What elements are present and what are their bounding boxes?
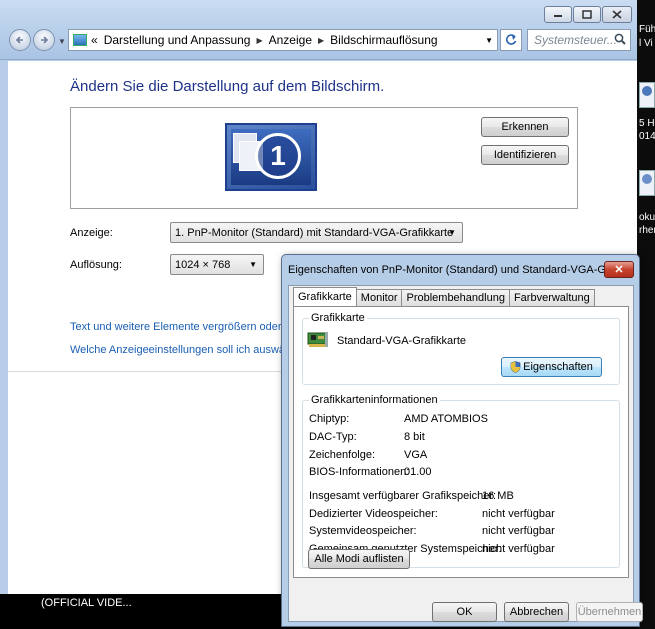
dialog-tabs: Grafikkarte Monitor Problembehandlung Fa… (293, 287, 595, 306)
minimize-button[interactable] (544, 6, 572, 23)
caption-buttons (543, 6, 632, 23)
adapter-name: Standard-VGA-Grafikkarte (337, 335, 466, 347)
apply-button[interactable]: Übernehmen (576, 602, 643, 622)
desktop-text: 5 H (639, 118, 655, 129)
back-arrow-icon (15, 36, 23, 44)
memory-label: Systemvideospeicher: (309, 525, 417, 537)
close-button[interactable] (602, 6, 632, 23)
info-value: 01.00 (404, 466, 432, 478)
tab-farbverwaltung[interactable]: Farbverwaltung (508, 289, 595, 306)
display-label: Anzeige: (70, 227, 113, 239)
search-input[interactable]: Systemsteuer... (527, 29, 631, 51)
memory-value: nicht verfügbar (482, 508, 555, 520)
desktop-file-icon[interactable] (639, 82, 655, 108)
monitor-arrangement-box: 1 Erkennen Identifizieren (70, 107, 578, 209)
list-all-modes-button[interactable]: Alle Modi auflisten (308, 549, 410, 569)
adapter-group-title: Grafikkarte (309, 312, 367, 324)
graphics-card-icon (307, 332, 328, 347)
tab-problembehandlung[interactable]: Problembehandlung (401, 289, 510, 306)
breadcrumb-separator-icon[interactable]: ▶ (318, 36, 324, 45)
desktop-text: rher (639, 225, 655, 236)
desktop-text: l Vi (639, 38, 653, 49)
dialog-title: Eigenschaften von PnP-Monitor (Standard)… (288, 264, 618, 276)
desktop-text: oku (639, 212, 655, 223)
properties-dialog: Eigenschaften von PnP-Monitor (Standard)… (281, 254, 643, 627)
desktop-text: Füh (639, 24, 655, 35)
uac-shield-icon (510, 361, 521, 373)
breadcrumb-darstellung[interactable]: Darstellung und Anpassung (104, 33, 251, 47)
breadcrumb-bildschirmaufloesung[interactable]: Bildschirmauflösung (330, 33, 437, 47)
memory-label: Insgesamt verfügbarer Grafikspeicher: (309, 490, 497, 502)
monitor-1-tile[interactable]: 1 (225, 123, 317, 191)
resolution-select-value: 1024 × 768 (175, 258, 231, 271)
desktop-text: 014 (639, 131, 655, 142)
close-icon (612, 10, 622, 19)
info-value: AMD ATOMBIOS (404, 413, 488, 425)
taskbar-item[interactable]: (OFFICIAL VIDE... (41, 597, 132, 609)
minimize-icon (554, 14, 562, 17)
forward-arrow-icon (41, 36, 49, 44)
display-select[interactable]: 1. PnP-Monitor (Standard) mit Standard-V… (170, 222, 463, 243)
adapter-properties-button[interactable]: Eigenschaften (501, 357, 602, 377)
refresh-button[interactable] (500, 29, 522, 51)
breadcrumb-separator-icon[interactable]: ▶ (256, 36, 262, 45)
address-bar[interactable]: « Darstellung und Anpassung ▶ Anzeige ▶ … (68, 29, 498, 51)
cancel-button[interactable]: Abbrechen (504, 602, 569, 622)
search-placeholder: Systemsteuer... (534, 33, 617, 47)
adapter-info-group-title: Grafikkarteninformationen (309, 394, 440, 406)
info-label: Chiptyp: (309, 413, 350, 425)
resolution-label: Auflösung: (70, 259, 122, 271)
refresh-icon (505, 34, 517, 45)
maximize-button[interactable] (573, 6, 601, 23)
dialog-close-button[interactable]: ✕ (604, 261, 634, 278)
address-back-chevron: « (91, 33, 98, 47)
info-value: 8 bit (404, 431, 425, 443)
back-button[interactable] (9, 29, 31, 51)
tab-monitor[interactable]: Monitor (355, 289, 403, 306)
forward-button[interactable] (33, 29, 55, 51)
chevron-down-icon: ▼ (249, 260, 257, 269)
window-header: ▼ « Darstellung und Anpassung ▶ Anzeige … (0, 0, 637, 60)
adapter-properties-label: Eigenschaften (523, 361, 593, 373)
monitor-number: 1 (255, 133, 301, 179)
adapter-info-group: Grafikkarteninformationen Chiptyp: AMD A… (302, 394, 620, 568)
memory-value: nicht verfügbar (482, 525, 555, 537)
address-dropdown-icon[interactable]: ▼ (485, 36, 493, 45)
display-settings-help-link[interactable]: Welche Anzeigeeinstellungen soll ich aus… (70, 344, 285, 356)
search-icon[interactable] (614, 33, 626, 48)
dialog-body: Grafikkarte Monitor Problembehandlung Fa… (288, 285, 643, 622)
detect-button[interactable]: Erkennen (481, 117, 569, 137)
info-label: Zeichenfolge: (309, 449, 376, 461)
page-title: Ändern Sie die Darstellung auf dem Bilds… (70, 78, 385, 95)
maximize-icon (582, 10, 592, 19)
tab-grafikkarte[interactable]: Grafikkarte (293, 287, 357, 306)
breadcrumb-anzeige[interactable]: Anzeige (269, 33, 312, 47)
display-select-value: 1. PnP-Monitor (Standard) mit Standard-V… (175, 226, 454, 239)
identify-button[interactable]: Identifizieren (481, 145, 569, 165)
info-label: BIOS-Informationen: (309, 466, 410, 478)
recent-pages-dropdown-icon[interactable]: ▼ (58, 37, 66, 46)
monitor-screen: 1 (231, 129, 311, 185)
ok-button[interactable]: OK (432, 602, 497, 622)
memory-label: Dedizierter Videospeicher: (309, 508, 438, 520)
desktop-file-icon[interactable] (639, 170, 655, 196)
memory-value: nicht verfügbar (482, 543, 555, 555)
control-panel-icon (73, 34, 87, 46)
chevron-down-icon: ▼ (448, 228, 456, 237)
adapter-group: Grafikkarte Standard-VGA-Grafikkarte Eig… (302, 312, 620, 385)
text-size-link[interactable]: Text und weitere Elemente vergrößern ode… (70, 321, 290, 333)
resolution-select[interactable]: 1024 × 768 ▼ (170, 254, 264, 275)
info-value: VGA (404, 449, 428, 461)
tab-page-grafikkarte: Grafikkarte Standard-VGA-Grafikkarte Eig… (293, 306, 629, 578)
memory-value: 16 MB (482, 490, 514, 502)
close-icon: ✕ (614, 264, 624, 276)
info-label: DAC-Typ: (309, 431, 357, 443)
